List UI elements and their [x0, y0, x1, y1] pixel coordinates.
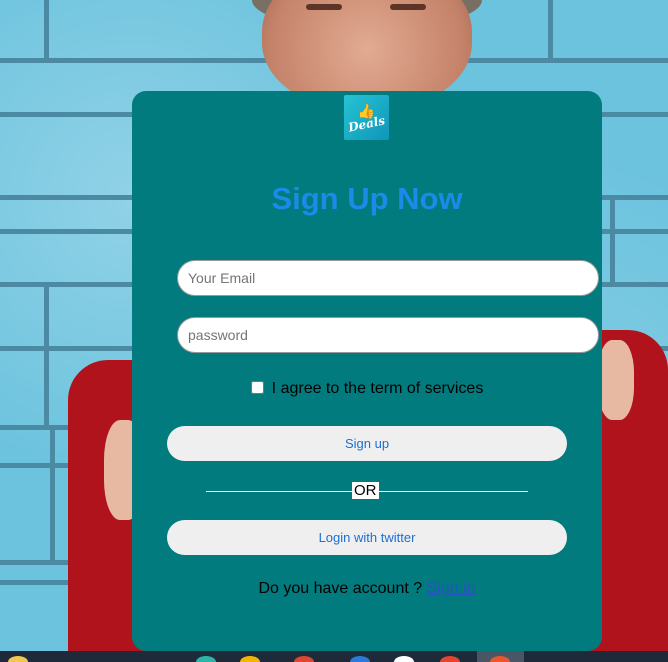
brick-line — [548, 0, 553, 58]
logo-text: Deals — [346, 112, 387, 135]
divider-text: OR — [352, 482, 379, 499]
signup-card: 👍 Deals Sign Up Now I agree to the term … — [132, 91, 602, 651]
password-field[interactable] — [177, 317, 599, 353]
brick-line — [44, 0, 49, 58]
email-field[interactable] — [177, 260, 599, 296]
brick-line — [50, 425, 55, 560]
taskbar-app-icon[interactable] — [196, 656, 216, 662]
terms-label: I agree to the term of services — [271, 380, 484, 397]
login-with-twitter-button[interactable]: Login with twitter — [167, 520, 567, 555]
sign-up-button[interactable]: Sign up — [167, 426, 567, 461]
taskbar — [0, 651, 668, 662]
person-eye — [390, 4, 426, 10]
taskbar-app-icon[interactable] — [8, 656, 28, 662]
brick-line — [44, 282, 49, 425]
taskbar-app-icon[interactable] — [350, 656, 370, 662]
taskbar-app-icon[interactable] — [240, 656, 260, 662]
sign-in-row: Do you have account ? Sign in — [132, 580, 602, 598]
deals-logo: 👍 Deals — [344, 95, 389, 140]
person-hand-right — [598, 340, 634, 420]
sign-in-link[interactable]: Sign in — [427, 580, 476, 597]
taskbar-app-icon[interactable] — [394, 656, 414, 662]
page: 👍 Deals Sign Up Now I agree to the term … — [0, 0, 668, 662]
taskbar-app-icon[interactable] — [294, 656, 314, 662]
taskbar-app-icon[interactable] — [490, 656, 510, 662]
page-title: Sign Up Now — [271, 181, 463, 216]
terms-checkbox[interactable] — [250, 381, 264, 394]
taskbar-app-icon[interactable] — [440, 656, 460, 662]
account-prompt: Do you have account ? — [258, 580, 423, 597]
terms-row: I agree to the term of services — [132, 380, 602, 398]
person-eye — [306, 4, 342, 10]
brick-line — [610, 195, 615, 282]
